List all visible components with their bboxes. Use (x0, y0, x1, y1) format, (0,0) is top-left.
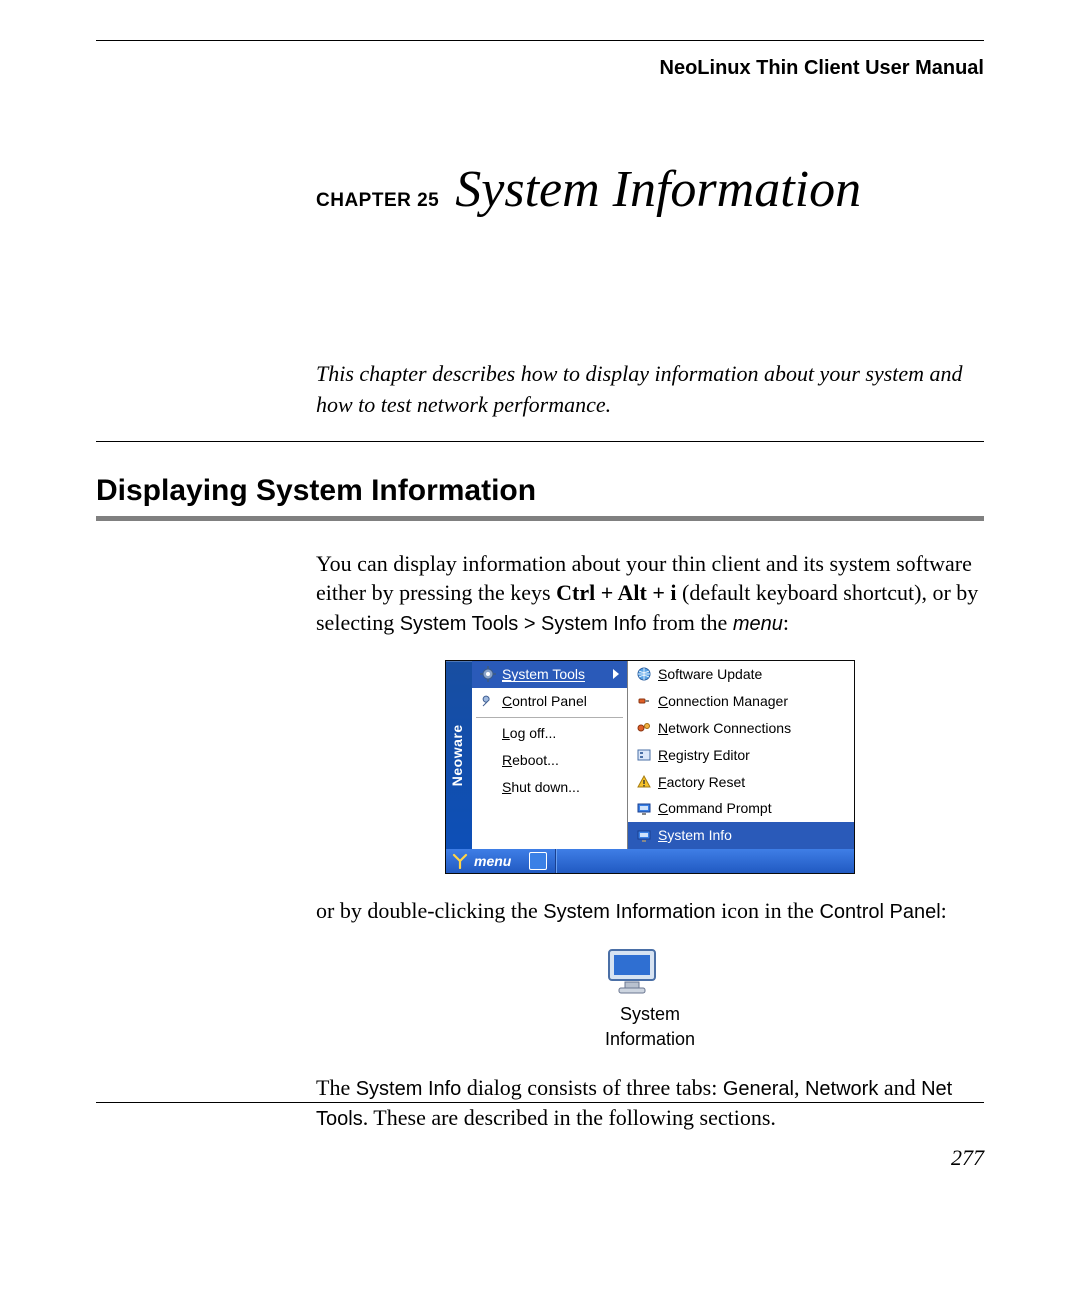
p3-pre: The (316, 1075, 356, 1100)
section-heading: Displaying System Information (96, 474, 984, 508)
menu-item-shutdown[interactable]: Shut down... (472, 774, 627, 801)
chapter-heading: CHAPTER 25 System Information (316, 160, 984, 219)
keyboard-shortcut: Ctrl + Alt + i (556, 580, 676, 605)
p3-tab2: Network (805, 1078, 878, 1100)
menu-item-command-prompt[interactable]: Command Prompt (628, 795, 854, 822)
top-rule (96, 40, 984, 41)
menu-item-software-update[interactable]: Software Update (628, 661, 854, 688)
p2-post: : (941, 898, 947, 923)
monitor-icon (636, 801, 652, 817)
menu-item-system-tools[interactable]: System Tools (472, 661, 627, 688)
section-underline (96, 516, 984, 521)
chapter-intro: This chapter describes how to display in… (316, 359, 974, 421)
menu-screenshot: Neoware System Tools (445, 660, 855, 874)
mi-reboot-label: Reboot... (502, 751, 559, 770)
taskbar-menu-button[interactable]: menu (446, 852, 521, 871)
menu-item-network-connections[interactable]: Network Connections (628, 715, 854, 742)
mi-su-label: Software Update (658, 665, 762, 684)
system-info-icon-figure: System Information (605, 948, 695, 1051)
p1-post: : (783, 610, 789, 635)
p3-mid: dialog consists of three tabs: (461, 1075, 723, 1100)
menu-item-system-info[interactable]: System Info (628, 822, 854, 849)
icon-label-line2: Information (605, 1027, 695, 1051)
mi-si-label: System Info (658, 826, 732, 845)
p2-mid: icon in the (716, 898, 820, 923)
mi-st-accel: System Tools (502, 667, 585, 682)
chapter-label: CHAPTER 25 (316, 190, 439, 212)
mid-rule (96, 441, 984, 442)
p3-tab1: General (723, 1078, 794, 1100)
mi-nc-label: Network Connections (658, 719, 791, 738)
mi-fr-label: Factory Reset (658, 773, 745, 792)
icon-label-line1: System (605, 1002, 695, 1026)
page-number: 277 (951, 1145, 984, 1171)
monitor-large-icon[interactable] (605, 948, 695, 996)
globe-icon (636, 666, 652, 682)
p2-pre: or by double-clicking the (316, 898, 543, 923)
taskbar: menu (446, 849, 854, 873)
wrench-icon (480, 693, 496, 709)
blank-icon (480, 779, 496, 795)
menu-item-factory-reset[interactable]: Factory Reset (628, 769, 854, 796)
blank-icon (480, 725, 496, 741)
warn-icon (636, 774, 652, 790)
paragraph-1: You can display information about your t… (316, 549, 984, 638)
logo-icon (452, 853, 468, 869)
body-text: You can display information about your t… (316, 549, 984, 1133)
plug-icon (636, 693, 652, 709)
taskbar-menu-label: menu (474, 852, 511, 871)
gear-icon (480, 666, 496, 682)
mi-shutdown-label: Shut down... (502, 778, 580, 797)
menu-separator (476, 717, 623, 718)
submenu-arrow-icon (613, 669, 619, 679)
p3-name: System Info (356, 1078, 462, 1100)
taskbar-monitor-icon (529, 852, 547, 870)
menu-word: menu (733, 613, 783, 635)
p2-panel: Control Panel (819, 901, 940, 923)
footer-rule (96, 1102, 984, 1103)
p3-post: . These are described in the following s… (363, 1105, 776, 1130)
p1-mid2: from the (647, 610, 733, 635)
menu-brand-bar: Neoware (446, 661, 472, 849)
taskbar-separator (555, 849, 556, 873)
p3-sep1: , (794, 1075, 805, 1100)
menu-item-connection-manager[interactable]: Connection Manager (628, 688, 854, 715)
mi-re-label: Registry Editor (658, 746, 750, 765)
mi-cp-label: Control Panel (502, 692, 587, 711)
p2-name: System Information (543, 901, 715, 923)
mi-logoff-label: Log off... (502, 724, 556, 743)
mi-cpmt-label: Command Prompt (658, 799, 772, 818)
blank-icon (480, 752, 496, 768)
menu-item-reboot[interactable]: Reboot... (472, 747, 627, 774)
net-icon (636, 720, 652, 736)
menu-item-registry-editor[interactable]: Registry Editor (628, 742, 854, 769)
mi-cm-label: Connection Manager (658, 692, 788, 711)
reg-icon (636, 747, 652, 763)
menu-item-logoff[interactable]: Log off... (472, 720, 627, 747)
p3-mid2: and (878, 1075, 921, 1100)
menu-path: System Tools > System Info (400, 613, 647, 635)
chapter-title: System Information (455, 160, 861, 219)
monitor-icon (636, 828, 652, 844)
menu-item-control-panel[interactable]: Control Panel (472, 688, 627, 715)
paragraph-2: or by double-clicking the System Informa… (316, 896, 984, 926)
manual-title: NeoLinux Thin Client User Manual (96, 57, 984, 80)
menu-col-right: Software Update Connection Manager Netwo… (628, 661, 854, 849)
menu-col-left: System Tools Control Panel Log (472, 661, 628, 849)
